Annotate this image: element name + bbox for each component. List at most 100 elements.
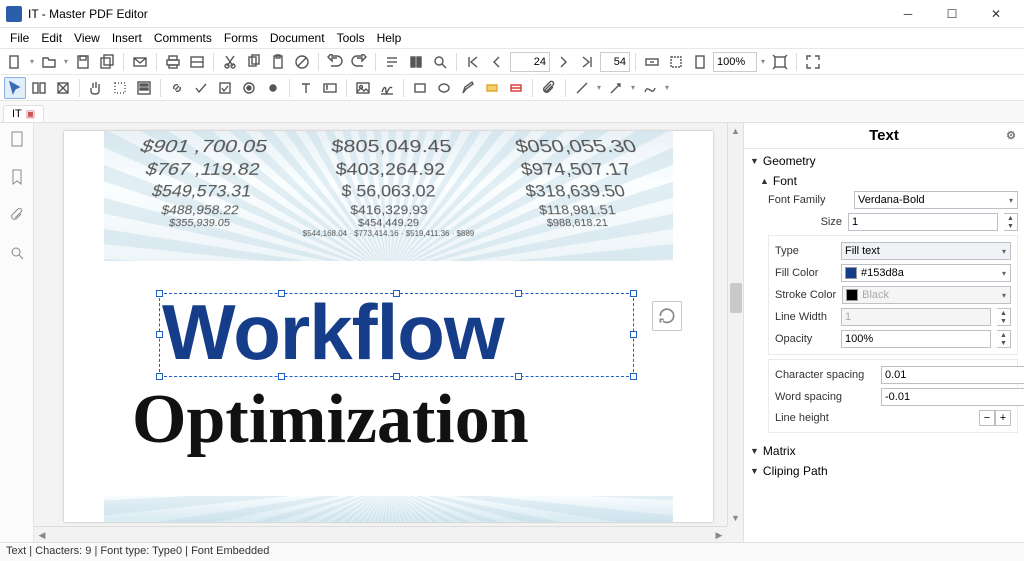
selection-box[interactable]: [159, 293, 634, 377]
arrow-tool-icon[interactable]: [605, 77, 627, 99]
line-width-input[interactable]: [841, 308, 991, 326]
new-icon[interactable]: [4, 51, 26, 73]
select-tool-icon[interactable]: [4, 77, 26, 99]
page-number-input[interactable]: [510, 52, 550, 72]
redo-icon[interactable]: [348, 51, 370, 73]
opacity-input[interactable]: [841, 330, 991, 348]
attachments-panel-icon[interactable]: [7, 205, 27, 225]
text-tool-icon[interactable]: [295, 77, 317, 99]
signature-tool-icon[interactable]: [376, 77, 398, 99]
char-spacing-input[interactable]: [881, 366, 1024, 384]
horizontal-scrollbar[interactable]: ◀ ▶: [34, 526, 727, 542]
radio-icon[interactable]: [238, 77, 260, 99]
bookmarks-panel-icon[interactable]: [7, 167, 27, 187]
menu-comments[interactable]: Comments: [148, 29, 218, 47]
scan-icon[interactable]: [186, 51, 208, 73]
delete-icon[interactable]: [291, 51, 313, 73]
zoom-percent-input[interactable]: [713, 52, 757, 72]
rotate-handle[interactable]: [652, 301, 682, 331]
actual-size-icon[interactable]: [689, 51, 711, 73]
file-tab-it[interactable]: IT ▣: [3, 105, 44, 122]
pages-panel-icon[interactable]: [7, 129, 27, 149]
curve-tool-icon[interactable]: [639, 77, 661, 99]
scroll-thumb[interactable]: [730, 283, 742, 313]
pencil-tool-icon[interactable]: [457, 77, 479, 99]
search-panel-icon[interactable]: [7, 243, 27, 263]
edit-text-tool-icon[interactable]: [28, 77, 50, 99]
open-icon[interactable]: [38, 51, 60, 73]
close-button[interactable]: ✕: [974, 0, 1018, 28]
maximize-button[interactable]: ☐: [930, 0, 974, 28]
print-icon[interactable]: [162, 51, 184, 73]
fit-page-icon[interactable]: [641, 51, 663, 73]
link-tool-icon[interactable]: [166, 77, 188, 99]
hand-tool-icon[interactable]: [85, 77, 107, 99]
save-icon[interactable]: [72, 51, 94, 73]
section-matrix[interactable]: ▼Matrix: [750, 441, 1018, 461]
highlight-tool-icon[interactable]: [481, 77, 503, 99]
rectangle-tool-icon[interactable]: [409, 77, 431, 99]
document-canvas[interactable]: $901 ,700.05$805,049.45$050,055.30 $767 …: [34, 123, 744, 542]
menu-file[interactable]: File: [4, 29, 35, 47]
curve-dropdown[interactable]: ▾: [663, 83, 671, 92]
attachment-tool-icon[interactable]: [538, 77, 560, 99]
search-icon[interactable]: [429, 51, 451, 73]
fullscreen-icon[interactable]: [802, 51, 824, 73]
menu-tools[interactable]: Tools: [331, 29, 371, 47]
checkbox-icon[interactable]: [214, 77, 236, 99]
bullet-icon[interactable]: [262, 77, 284, 99]
text-optimization[interactable]: Optimization: [132, 380, 529, 460]
menu-insert[interactable]: Insert: [106, 29, 148, 47]
section-geometry[interactable]: ▼Geometry: [750, 151, 1018, 171]
menu-view[interactable]: View: [68, 29, 106, 47]
cut-icon[interactable]: [219, 51, 241, 73]
line-width-spinner[interactable]: ▲▼: [997, 308, 1011, 326]
checkmark-icon[interactable]: [190, 77, 212, 99]
section-font[interactable]: ▲Font: [750, 171, 1018, 191]
paste-icon[interactable]: [267, 51, 289, 73]
textbox-tool-icon[interactable]: [319, 77, 341, 99]
menu-document[interactable]: Document: [264, 29, 331, 47]
last-page-icon[interactable]: [576, 51, 598, 73]
panel-settings-icon[interactable]: ⚙: [1006, 129, 1016, 142]
fit-width-icon[interactable]: [665, 51, 687, 73]
font-size-input[interactable]: [848, 213, 998, 231]
vertical-scrollbar[interactable]: ▲ ▼: [727, 123, 743, 526]
next-page-icon[interactable]: [552, 51, 574, 73]
font-size-spinner[interactable]: ▲▼: [1004, 213, 1018, 231]
line-dropdown[interactable]: ▾: [595, 83, 603, 92]
form-edit-icon[interactable]: [133, 77, 155, 99]
fill-color-select[interactable]: #153d8a▾: [841, 264, 1011, 282]
word-spacing-input[interactable]: [881, 388, 1024, 406]
menu-edit[interactable]: Edit: [35, 29, 68, 47]
new-dropdown[interactable]: ▾: [28, 57, 36, 66]
menu-help[interactable]: Help: [371, 29, 408, 47]
minimize-button[interactable]: ─: [886, 0, 930, 28]
paragraph-icon[interactable]: [381, 51, 403, 73]
crop-tool-icon[interactable]: [109, 77, 131, 99]
columns-icon[interactable]: [405, 51, 427, 73]
prev-page-icon[interactable]: [486, 51, 508, 73]
copy-icon[interactable]: [243, 51, 265, 73]
undo-icon[interactable]: [324, 51, 346, 73]
arrow-dropdown[interactable]: ▾: [629, 83, 637, 92]
email-icon[interactable]: [129, 51, 151, 73]
section-clipping[interactable]: ▼Cliping Path: [750, 461, 1018, 481]
fill-type-select[interactable]: Fill text▾: [841, 242, 1011, 260]
open-dropdown[interactable]: ▾: [62, 57, 70, 66]
zoom-input[interactable]: [600, 52, 630, 72]
menu-forms[interactable]: Forms: [218, 29, 264, 47]
zoom-dropdown[interactable]: ▾: [759, 57, 767, 66]
image-tool-icon[interactable]: [352, 77, 374, 99]
first-page-icon[interactable]: [462, 51, 484, 73]
line-tool-icon[interactable]: [571, 77, 593, 99]
opacity-spinner[interactable]: ▲▼: [997, 330, 1011, 348]
stroke-color-select[interactable]: Black▾: [842, 286, 1011, 304]
font-family-select[interactable]: Verdana-Bold▾: [854, 191, 1018, 209]
save-all-icon[interactable]: [96, 51, 118, 73]
strikeout-tool-icon[interactable]: [505, 77, 527, 99]
close-tab-icon[interactable]: ▣: [26, 109, 35, 120]
line-height-stepper[interactable]: −+: [979, 410, 1011, 426]
ellipse-tool-icon[interactable]: [433, 77, 455, 99]
edit-object-tool-icon[interactable]: [52, 77, 74, 99]
